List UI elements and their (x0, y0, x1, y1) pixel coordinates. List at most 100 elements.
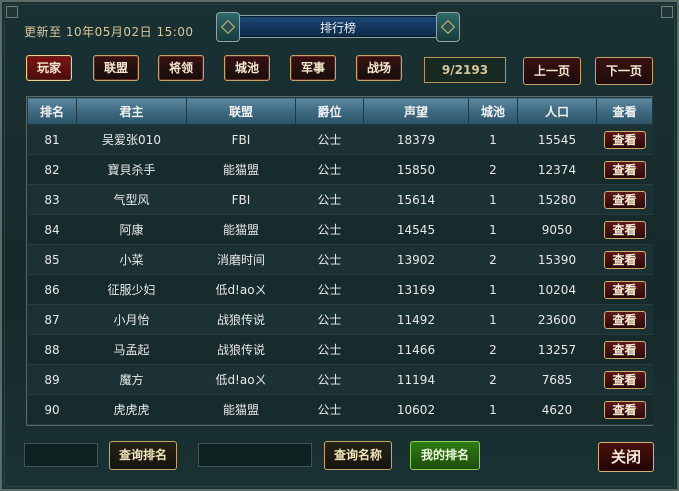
cell-prestige: 18379 (363, 124, 469, 155)
ranking-window: 更新至 10年05月02日 15:00 排行榜 玩家 联盟 将领 城池 军事 战… (0, 0, 679, 491)
cell-lord: 小月怡 (76, 304, 187, 335)
cell-alliance: 战狼传说 (186, 304, 296, 335)
cell-prestige: 11492 (363, 304, 469, 335)
cell-view: 查看 (596, 394, 653, 425)
table-row: 90 虎虎虎 能猫盟 公士 10602 1 4620 查看 (27, 394, 653, 425)
cell-population: 15280 (517, 184, 597, 215)
view-button[interactable]: 查看 (603, 250, 646, 269)
view-button[interactable]: 查看 (603, 220, 646, 239)
cell-lord: 吴爱张010 (76, 124, 187, 155)
cell-rank: 86 (27, 274, 77, 305)
column-header-population: 人口 (517, 97, 597, 125)
cell-prestige: 13169 (363, 274, 469, 305)
cell-title: 公士 (295, 154, 364, 185)
cell-prestige: 15614 (363, 184, 469, 215)
cell-alliance: FBI (186, 124, 296, 155)
corner-ornament (6, 6, 18, 18)
cell-lord: 虎虎虎 (76, 394, 187, 425)
corner-ornament (661, 6, 673, 18)
name-query-input[interactable] (198, 443, 312, 467)
cell-lord: 寶貝杀手 (76, 154, 187, 185)
column-header-view: 查看 (596, 97, 653, 125)
cell-lord: 征服少妇 (76, 274, 187, 305)
cell-rank: 89 (27, 364, 77, 395)
cell-cities: 1 (468, 124, 518, 155)
cell-rank: 85 (27, 244, 77, 275)
cell-population: 12374 (517, 154, 597, 185)
cell-prestige: 11194 (363, 364, 469, 395)
rank-query-input[interactable] (24, 443, 98, 467)
cell-population: 15545 (517, 124, 597, 155)
column-header-cities: 城池 (468, 97, 518, 125)
view-button[interactable]: 查看 (603, 280, 646, 299)
cell-title: 公士 (295, 184, 364, 215)
cell-prestige: 11466 (363, 334, 469, 365)
cell-view: 查看 (596, 304, 653, 335)
cell-rank: 88 (27, 334, 77, 365)
cell-view: 查看 (596, 334, 653, 365)
cell-view: 查看 (596, 184, 653, 215)
cell-cities: 1 (468, 184, 518, 215)
cell-alliance: FBI (186, 184, 296, 215)
cell-rank: 90 (27, 394, 77, 425)
tab-players[interactable]: 玩家 (26, 55, 72, 81)
cell-cities: 1 (468, 304, 518, 335)
cell-population: 4620 (517, 394, 597, 425)
cell-alliance: 战狼传说 (186, 334, 296, 365)
view-button[interactable]: 查看 (603, 340, 646, 359)
tab-battlefield[interactable]: 战场 (356, 55, 402, 81)
cell-lord: 小菜 (76, 244, 187, 275)
cell-population: 10204 (517, 274, 597, 305)
cell-view: 查看 (596, 364, 653, 395)
update-timestamp: 更新至 10年05月02日 15:00 (24, 25, 194, 39)
page-indicator: 9/2193 (424, 57, 506, 83)
query-rank-button[interactable]: 查询排名 (109, 441, 177, 470)
view-button[interactable]: 查看 (603, 130, 646, 149)
cell-population: 23600 (517, 304, 597, 335)
cell-alliance: 能猫盟 (186, 154, 296, 185)
ranking-table: 排名 君主 联盟 爵位 声望 城池 人口 查看 81 吴爱张010 FBI 公士… (26, 96, 653, 426)
cell-title: 公士 (295, 274, 364, 305)
table-row: 82 寶貝杀手 能猫盟 公士 15850 2 12374 查看 (27, 154, 653, 185)
view-button[interactable]: 查看 (603, 160, 646, 179)
view-button[interactable]: 查看 (603, 370, 646, 389)
query-name-button[interactable]: 查询名称 (324, 441, 392, 470)
cell-lord: 马孟起 (76, 334, 187, 365)
cell-title: 公士 (295, 394, 364, 425)
tab-alliances[interactable]: 联盟 (93, 55, 139, 81)
column-header-lord: 君主 (76, 97, 187, 125)
cell-alliance: 消磨时间 (186, 244, 296, 275)
view-button[interactable]: 查看 (603, 190, 646, 209)
cell-title: 公士 (295, 244, 364, 275)
cell-view: 查看 (596, 154, 653, 185)
cell-cities: 2 (468, 154, 518, 185)
cell-cities: 2 (468, 364, 518, 395)
cell-rank: 81 (27, 124, 77, 155)
cell-lord: 气型风 (76, 184, 187, 215)
tab-cities[interactable]: 城池 (224, 55, 270, 81)
tab-generals[interactable]: 将领 (158, 55, 204, 81)
close-button[interactable]: 关闭 (598, 442, 654, 472)
prev-page-button[interactable]: 上一页 (523, 57, 581, 85)
cell-cities: 1 (468, 394, 518, 425)
cell-title: 公士 (295, 334, 364, 365)
cell-rank: 82 (27, 154, 77, 185)
cell-alliance: 低d!aoㄨ (186, 274, 296, 305)
cell-title: 公士 (295, 214, 364, 245)
column-header-rank: 排名 (27, 97, 77, 125)
cell-population: 7685 (517, 364, 597, 395)
my-rank-button[interactable]: 我的排名 (410, 441, 480, 470)
next-page-button[interactable]: 下一页 (595, 57, 653, 85)
cell-rank: 83 (27, 184, 77, 215)
table-row: 86 征服少妇 低d!aoㄨ 公士 13169 1 10204 查看 (27, 274, 653, 305)
cell-lord: 魔方 (76, 364, 187, 395)
tab-military[interactable]: 军事 (290, 55, 336, 81)
table-row: 89 魔方 低d!aoㄨ 公士 11194 2 7685 查看 (27, 364, 653, 395)
view-button[interactable]: 查看 (603, 400, 646, 419)
cell-rank: 84 (27, 214, 77, 245)
cell-population: 9050 (517, 214, 597, 245)
table-row: 87 小月怡 战狼传说 公士 11492 1 23600 查看 (27, 304, 653, 335)
view-button[interactable]: 查看 (603, 310, 646, 329)
table-row: 88 马孟起 战狼传说 公士 11466 2 13257 查看 (27, 334, 653, 365)
cell-cities: 1 (468, 214, 518, 245)
